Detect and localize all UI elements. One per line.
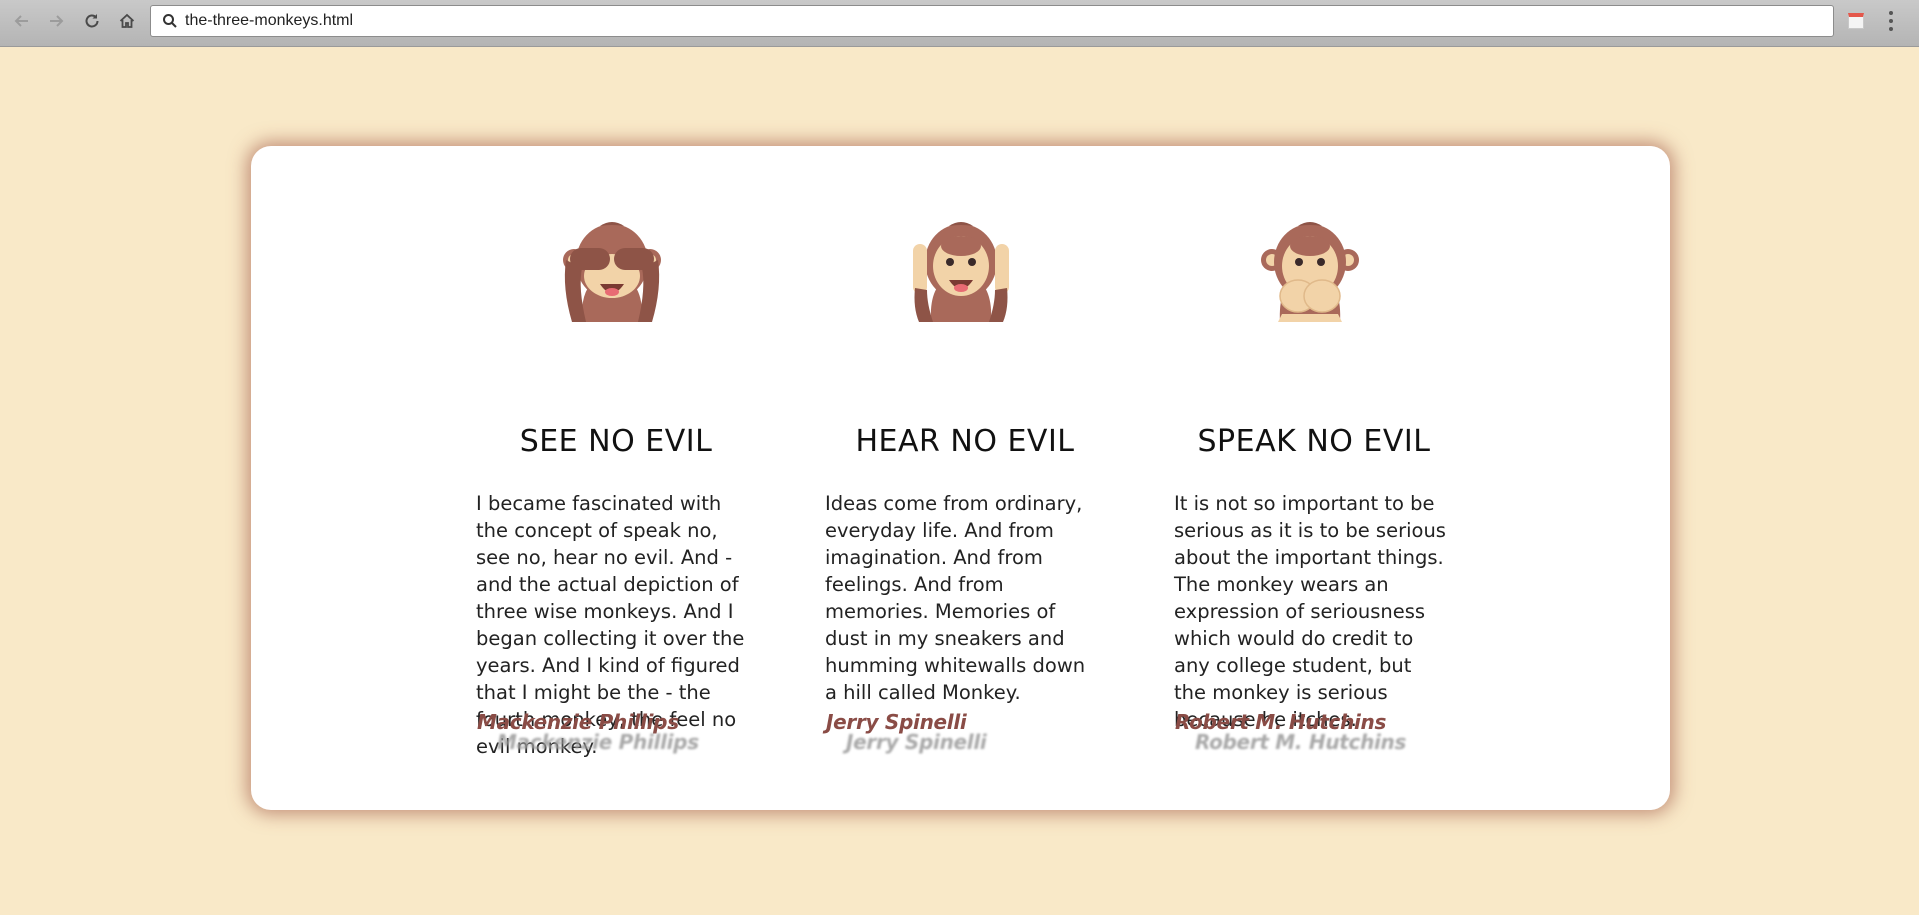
author-name-shadow: Mackenzie Phillips (497, 730, 699, 754)
back-button[interactable] (10, 8, 34, 34)
speak-no-evil-monkey-icon (1261, 222, 1359, 322)
reload-button[interactable] (80, 8, 104, 34)
search-icon (163, 14, 177, 28)
reload-icon (85, 14, 99, 28)
calendar-extension-icon[interactable] (1848, 13, 1864, 29)
arrow-left-icon (14, 15, 28, 27)
forward-button[interactable] (44, 8, 68, 34)
monkey-title: SPEAK NO EVIL (1197, 424, 1431, 459)
see-no-evil-monkey-icon (563, 222, 661, 322)
monkey-quote: It is not so important to be serious as … (1174, 492, 1446, 731)
browser-toolbar: the-three-monkeys.html (0, 0, 1919, 47)
address-bar[interactable]: the-three-monkeys.html (150, 5, 1834, 37)
arrow-right-icon (50, 15, 64, 27)
author-name-shadow: Robert M. Hutchins (1195, 730, 1407, 754)
home-icon (119, 13, 135, 28)
address-bar-url[interactable]: the-three-monkeys.html (185, 6, 353, 36)
monkeys-card: SEE NO EVIL I became fascinated with the… (251, 146, 1670, 810)
hear-no-evil-monkey-icon (913, 222, 1009, 322)
author-name-shadow: Jerry Spinelli (846, 730, 987, 754)
monkey-title: HEAR NO EVIL (855, 424, 1075, 459)
kebab-menu-icon[interactable] (1888, 11, 1894, 31)
home-button[interactable] (115, 8, 139, 34)
monkey-title: SEE NO EVIL (519, 424, 713, 459)
monkey-quote: Ideas come from ordinary, everyday life.… (825, 492, 1086, 704)
